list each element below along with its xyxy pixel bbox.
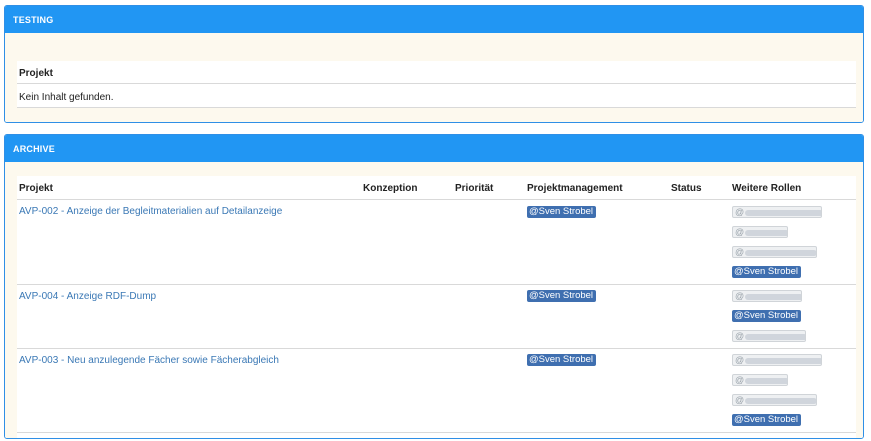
divider [17, 107, 856, 108]
role-tag-redacted[interactable]: @ [732, 290, 802, 302]
role-tag-redacted[interactable]: @ [732, 374, 788, 386]
testing-panel-title: TESTING [5, 6, 863, 33]
role-tag-redacted[interactable]: @ [732, 330, 806, 342]
role-tag-redacted[interactable]: @ [732, 394, 817, 406]
project-link-avp-002[interactable]: AVP-002 - Anzeige der Begleitmaterialien… [19, 206, 282, 217]
role-tag-redacted[interactable]: @ [732, 246, 817, 258]
column-prioritaet: Priorität [455, 183, 494, 194]
divider [17, 284, 856, 285]
project-link-avp-004[interactable]: AVP-004 - Anzeige RDF-Dump [19, 291, 156, 302]
role-tag[interactable]: @Sven Strobel [732, 266, 802, 278]
manager-tag[interactable]: @Sven Strobel [527, 354, 597, 366]
column-projektmanagement: Projektmanagement [527, 183, 623, 194]
archive-panel-title: ARCHIVE [5, 135, 863, 162]
archive-table: Projekt Konzeption Priorität Projektmana… [17, 176, 856, 438]
role-tag-redacted[interactable]: @ [732, 226, 788, 238]
archive-panel: ARCHIVE Projekt Konzeption Priorität Pro… [4, 134, 864, 439]
role-tag-redacted[interactable]: @ [732, 354, 822, 366]
role-tag[interactable]: @Sven Strobel [732, 310, 802, 322]
project-link-avp-003[interactable]: AVP-003 - Neu anzulegende Fächer sowie F… [19, 355, 279, 366]
divider [17, 348, 856, 349]
role-tag[interactable]: @Sven Strobel [732, 414, 802, 426]
divider [17, 432, 856, 433]
manager-tag[interactable]: @Sven Strobel [527, 290, 597, 302]
divider [17, 199, 856, 200]
testing-table: Projekt Kein Inhalt gefunden. [17, 61, 856, 108]
testing-column-projekt: Projekt [19, 68, 53, 79]
divider [17, 83, 856, 84]
column-weitere-rollen: Weitere Rollen [732, 183, 802, 194]
manager-tag[interactable]: @Sven Strobel [527, 206, 597, 218]
column-status: Status [671, 183, 702, 194]
empty-message: Kein Inhalt gefunden. [19, 92, 114, 103]
column-projekt: Projekt [19, 183, 53, 194]
column-konzeption: Konzeption [363, 183, 418, 194]
role-tag-redacted[interactable]: @ [732, 206, 822, 218]
testing-panel: TESTING Projekt Kein Inhalt gefunden. [4, 5, 864, 123]
